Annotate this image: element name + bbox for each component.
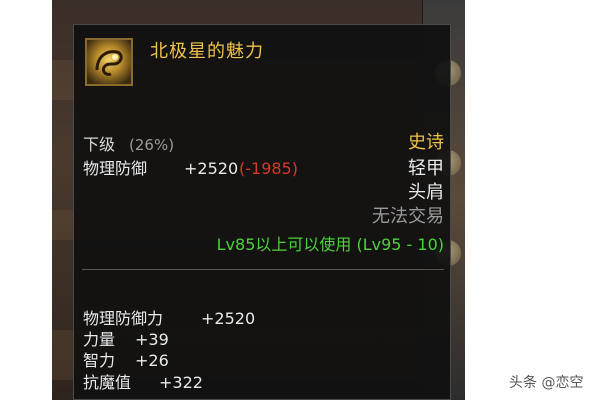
stat-value-magic-resist: +322 [159,373,203,392]
stat-label-strength: 力量 [83,330,116,349]
rarity-label: 史诗 [408,132,444,153]
grade-label: 下级 [83,135,116,154]
stat-value-strength: +39 [135,330,169,349]
stat-label-intelligence: 智力 [83,351,116,370]
gold-shoulder-armor-icon [85,38,133,86]
armor-type: 轻甲 [408,158,444,179]
defense-diff: (-1985) [239,159,298,178]
stat-label-physical-defense: 物理防御力 [83,309,164,328]
defense-label: 物理防御 [83,159,148,178]
divider [82,269,444,270]
equipment-slot: 头肩 [408,182,444,203]
trade-status: 无法交易 [372,206,444,227]
defense-value: +2520 [184,159,239,178]
stat-label-magic-resist: 抗魔值 [83,373,132,392]
level-requirement: Lv85以上可以使用 (Lv95 - 10) [216,235,444,254]
watermark: 头条 @恋空 [509,375,584,391]
stat-value-physical-defense: +2520 [201,309,256,328]
stat-value-intelligence: +26 [135,351,169,370]
item-name: 北极星的魅力 [150,41,264,62]
item-tooltip: 北极星的魅力 下级 (26%) 史诗 物理防御 +2520 (-1985) 轻甲… [73,24,451,400]
grade-percent: (26%) [129,136,175,154]
